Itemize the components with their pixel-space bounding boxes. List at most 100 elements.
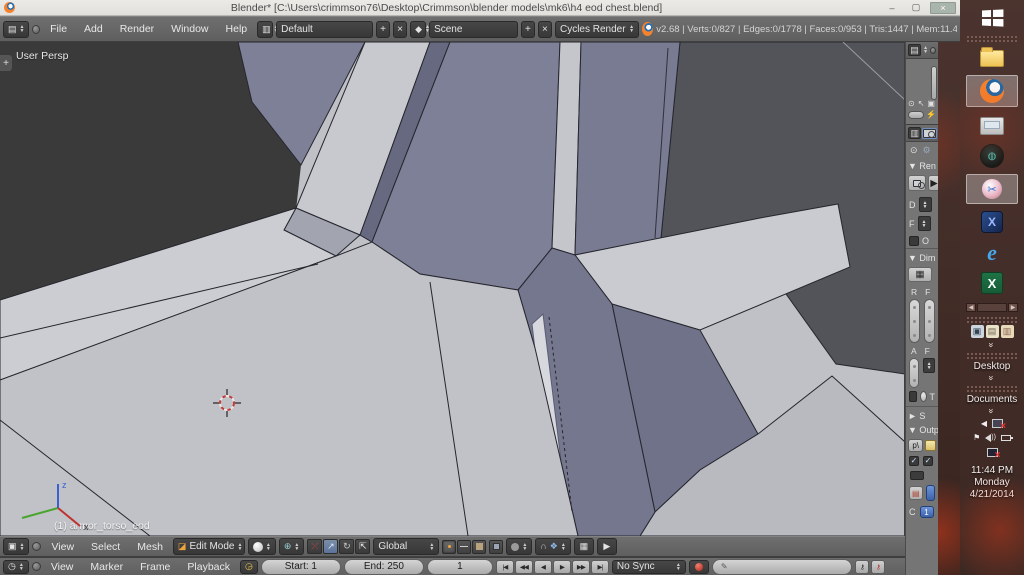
- outliner-editor[interactable]: ▤ ▲ ▼ ⊙ ↖ ▣ ⚡: [906, 42, 938, 125]
- timeline-menu-toggle[interactable]: [31, 562, 41, 571]
- render-opengl-anim-button[interactable]: ▶: [596, 538, 617, 555]
- editor-type-button[interactable]: ▤ ▲ ▼: [3, 20, 30, 38]
- wrench-icon[interactable]: ⚙: [923, 145, 931, 156]
- selectable-cursor-icon[interactable]: ↖: [918, 99, 925, 108]
- layout-close-button[interactable]: ×: [393, 20, 408, 38]
- display-stepper[interactable]: ▲ ▼: [918, 197, 932, 212]
- outliner-toggle[interactable]: [930, 46, 936, 54]
- render-opengl-image-button[interactable]: ▦: [573, 538, 594, 555]
- format-depth-button[interactable]: [925, 485, 935, 501]
- action-center-flag-icon[interactable]: ⚑: [973, 433, 980, 442]
- viewport-shading-select[interactable]: ▲ ▼: [247, 538, 276, 555]
- manipulator-scale-icon[interactable]: ⇱: [355, 539, 371, 554]
- manipulator-rotate-icon[interactable]: ↻: [339, 539, 355, 554]
- screen-layout-browse-button[interactable]: ▥▲▼: [257, 20, 279, 38]
- menu-window[interactable]: Window: [164, 23, 215, 35]
- scene-add-button[interactable]: +: [520, 20, 535, 38]
- manipulator-axes-icon[interactable]: ⤬: [307, 539, 323, 554]
- dimensions-preset-button[interactable]: ▦: [908, 267, 932, 282]
- insert-keyframe-icon[interactable]: ⚷: [854, 559, 869, 574]
- toolbar-drag-handle[interactable]: [966, 316, 1018, 323]
- stamp-panel-header[interactable]: ► S: [906, 406, 938, 423]
- filter-icon[interactable]: ⚡: [926, 110, 936, 119]
- record-button[interactable]: [688, 559, 709, 574]
- jump-to-end-button[interactable]: ▶|: [590, 559, 609, 574]
- mode-select[interactable]: ◪ Edit Mode ▲ ▼: [172, 538, 245, 555]
- cache-result-checkbox[interactable]: ✓: [923, 456, 933, 466]
- menu-file[interactable]: File: [43, 23, 74, 35]
- format-image-button[interactable]: ▤: [909, 486, 923, 500]
- display-tray-icon[interactable]: [992, 419, 1006, 432]
- outliner-scrollbar[interactable]: [931, 66, 937, 100]
- pin-icon[interactable]: ⊙: [910, 145, 918, 156]
- taskbar-app-excel[interactable]: X: [966, 270, 1018, 296]
- output-panel-header[interactable]: ▼ Outp: [906, 423, 938, 437]
- notes-small-icon[interactable]: ▥: [1000, 325, 1014, 338]
- face-select-icon[interactable]: [472, 539, 487, 554]
- menu-render[interactable]: Render: [113, 23, 161, 35]
- orientation-select[interactable]: Global ▲ ▼: [373, 538, 440, 555]
- jump-to-start-button[interactable]: |◀: [495, 559, 514, 574]
- layout-add-button[interactable]: +: [376, 20, 391, 38]
- menu-tl-marker[interactable]: Marker: [83, 561, 130, 573]
- taskbar-drag-handle[interactable]: [966, 35, 1018, 42]
- editor-type-button-3d[interactable]: ▣ ▲ ▼: [3, 538, 30, 555]
- current-frame-field[interactable]: 1: [426, 558, 493, 575]
- computer-small-icon[interactable]: ▣: [970, 325, 984, 338]
- compression-value[interactable]: 1: [919, 506, 934, 518]
- close-button[interactable]: ×: [930, 1, 956, 14]
- play-button[interactable]: ▶: [552, 559, 571, 574]
- minimize-button[interactable]: –: [882, 2, 902, 14]
- render-engine-select[interactable]: Cycles Render ▲ ▼: [554, 20, 640, 38]
- taskbar-app-internet-explorer[interactable]: e: [966, 240, 1018, 266]
- documents-toolbar-chevron[interactable]: »: [987, 408, 997, 413]
- play-reverse-button[interactable]: ◀: [533, 559, 552, 574]
- scroll-right-icon[interactable]: ▶: [1008, 303, 1018, 312]
- menu-view[interactable]: View: [44, 541, 81, 553]
- file-extensions-checkbox[interactable]: ✓: [909, 456, 919, 466]
- fps-stepper[interactable]: ▲ ▼: [923, 358, 935, 373]
- menu-tl-frame[interactable]: Frame: [133, 561, 177, 573]
- manipulator-translate-icon[interactable]: ↗: [323, 539, 339, 554]
- dimensions-panel-header[interactable]: ▼ Dim: [906, 248, 938, 265]
- toolbar-drag-handle[interactable]: [966, 352, 1018, 359]
- snap-cluster[interactable]: ∩ ❖ ▲ ▼: [535, 538, 571, 555]
- scene-close-button[interactable]: ×: [537, 20, 552, 38]
- overwrite-checkbox[interactable]: [909, 236, 919, 246]
- start-button[interactable]: [966, 5, 1018, 31]
- menu-add[interactable]: Add: [77, 23, 110, 35]
- documents-toolbar-label[interactable]: Documents: [967, 394, 1018, 405]
- properties-editor-icon[interactable]: ▥: [908, 127, 922, 139]
- toolbar-drag-handle[interactable]: [966, 385, 1018, 392]
- menu-select[interactable]: Select: [84, 541, 127, 553]
- render-panel-header[interactable]: ▼ Ren: [906, 159, 938, 173]
- vertex-select-icon[interactable]: [442, 539, 457, 554]
- screen-layout-field[interactable]: Default: [276, 20, 374, 38]
- feature-stepper[interactable]: ▲ ▼: [917, 216, 931, 231]
- header-menu-toggle[interactable]: [32, 542, 42, 551]
- frame-slider[interactable]: [924, 299, 935, 343]
- render-image-button[interactable]: [908, 175, 926, 191]
- editor-type-button-timeline[interactable]: ◷ ▲ ▼: [3, 559, 29, 574]
- border-checkbox[interactable]: [909, 391, 917, 402]
- aspect-slider[interactable]: [909, 358, 920, 388]
- scroll-left-icon[interactable]: ◀: [966, 303, 976, 312]
- toolshelf-expand-tab[interactable]: +: [0, 54, 13, 72]
- taskbar-scroller[interactable]: ◀ ▶: [966, 302, 1018, 313]
- tray-expand-icon[interactable]: ◀: [981, 419, 987, 428]
- desktop-toolbar-chevron[interactable]: »: [987, 375, 997, 380]
- prev-keyframe-button[interactable]: ◀◀: [514, 559, 533, 574]
- menu-tl-playback[interactable]: Playback: [180, 561, 237, 573]
- desktop-toolbar-label[interactable]: Desktop: [974, 361, 1011, 372]
- taskbar-app-xnormal[interactable]: X: [966, 209, 1018, 235]
- file-browse-icon[interactable]: [925, 440, 936, 451]
- volume-icon[interactable]: )): [985, 433, 996, 442]
- occlude-geometry-icon[interactable]: [489, 539, 504, 554]
- resolution-slider[interactable]: [909, 299, 920, 343]
- pivot-point-select[interactable]: ⊕ ▲ ▼: [278, 538, 305, 555]
- header-collapse-toggle[interactable]: [32, 24, 41, 34]
- delete-keyframe-icon[interactable]: ⚷: [870, 559, 885, 574]
- viewport-3d[interactable]: User Persp (1) armor_torso_eod + z x: [0, 42, 905, 536]
- time-knob[interactable]: [919, 391, 927, 402]
- scene-browse-button[interactable]: ◆ ▲ ▼: [410, 20, 430, 38]
